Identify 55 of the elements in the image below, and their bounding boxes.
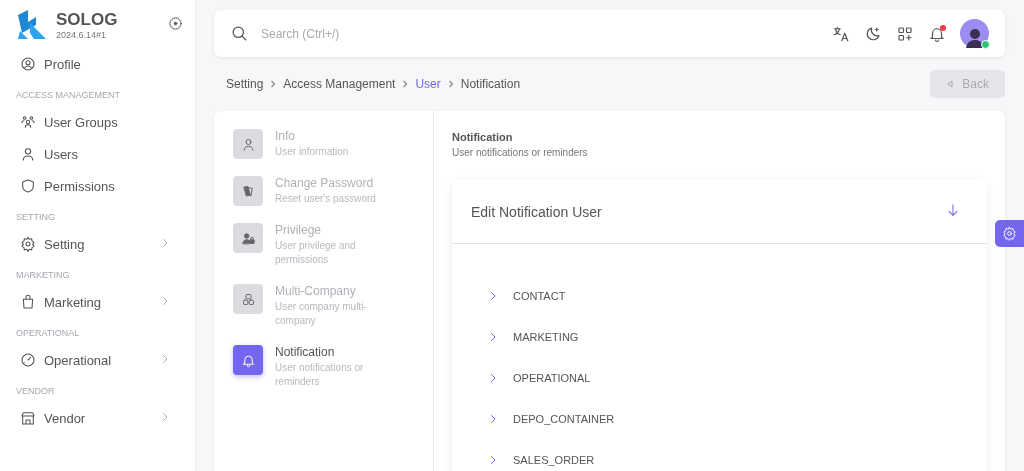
brand-name: SOLOG bbox=[56, 10, 118, 30]
sidebar-item[interactable]: Vendor bbox=[16, 402, 195, 434]
accordion-item[interactable]: OPERATIONAL bbox=[452, 357, 987, 398]
separator-icon bbox=[270, 80, 277, 88]
apps-add-icon bbox=[896, 24, 914, 43]
nav-tab[interactable]: Notification User notifications or reminders bbox=[233, 345, 433, 389]
shopping-bag-icon bbox=[20, 294, 36, 310]
storefront-icon bbox=[20, 410, 36, 426]
sidebar-item[interactable]: Profile bbox=[16, 48, 195, 80]
arrow-down-icon bbox=[945, 201, 961, 218]
logo-icon bbox=[16, 9, 48, 41]
accordion-item[interactable]: DEPO_CONTAINER bbox=[452, 398, 987, 439]
section-header: VENDOR bbox=[16, 385, 56, 398]
settings-button[interactable] bbox=[995, 220, 1024, 247]
version-text: 2024.6.14#1 bbox=[56, 30, 108, 40]
breadcrumb-item: Setting bbox=[226, 77, 264, 91]
accordion-item[interactable]: MARKETING bbox=[452, 316, 987, 357]
caret-left-icon bbox=[946, 80, 955, 88]
sidebar-item[interactable]: Setting bbox=[16, 228, 195, 260]
section-header: MARKETING bbox=[16, 269, 71, 282]
buildings-icon bbox=[240, 291, 256, 307]
breadcrumb-item: Access Management bbox=[283, 77, 396, 91]
panel-subtitle: User notifications or reminders bbox=[452, 147, 589, 158]
sidebar-item[interactable]: Marketing bbox=[16, 286, 195, 318]
search-icon bbox=[230, 24, 249, 43]
user-lock-icon bbox=[240, 230, 256, 246]
radio-circle-icon bbox=[168, 15, 183, 31]
settings-icon bbox=[1002, 226, 1017, 241]
separator-icon bbox=[402, 80, 409, 88]
separator-icon bbox=[447, 80, 454, 88]
bell-icon bbox=[240, 352, 256, 368]
avatar[interactable] bbox=[960, 19, 989, 48]
sidebar-item[interactable]: Operational bbox=[16, 344, 195, 376]
sidebar-item[interactable]: Permissions bbox=[16, 170, 195, 202]
accordion-item[interactable]: CONTACT bbox=[452, 275, 987, 316]
breadcrumb-item[interactable]: User bbox=[415, 77, 441, 91]
gauge-icon bbox=[20, 352, 36, 368]
section-header: OPERATIONAL bbox=[16, 327, 81, 340]
search-field[interactable]: Search (Ctrl+/) bbox=[259, 25, 463, 42]
user-icon bbox=[20, 146, 36, 162]
gear-icon bbox=[20, 236, 36, 252]
breadcrumb-item: Notification bbox=[460, 77, 521, 91]
panel-title: Notification bbox=[452, 131, 514, 143]
translate-icon bbox=[832, 24, 850, 43]
notifications-button[interactable] bbox=[928, 24, 946, 43]
shield-icon bbox=[20, 178, 36, 194]
accordion-item[interactable]: SALES_ORDER bbox=[452, 439, 987, 471]
section-header: SETTING bbox=[16, 211, 56, 224]
users-group-icon bbox=[20, 114, 36, 130]
moon-icon bbox=[864, 24, 882, 43]
section-header: ACCESS MANAGEMENT bbox=[16, 89, 121, 102]
sidebar-item[interactable]: User Groups bbox=[16, 106, 195, 138]
user-circle-icon bbox=[20, 56, 36, 72]
card-title: Edit Notification User bbox=[471, 203, 602, 220]
sidebar-item[interactable]: Users bbox=[16, 138, 195, 170]
